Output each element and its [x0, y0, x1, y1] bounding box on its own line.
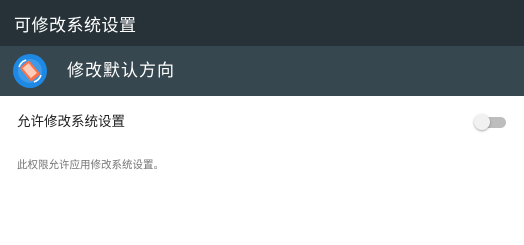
setting-label: 允许修改系统设置 [17, 114, 125, 130]
screen: 可修改系统设置 修改默认方向 允许修改系统设置 此权限允许应用修改系统设置。 [0, 0, 524, 245]
allow-modify-settings-toggle[interactable] [474, 113, 508, 131]
title-bar: 可修改系统设置 [0, 0, 524, 46]
rotation-app-icon-graphic [13, 54, 47, 88]
permission-description: 此权限允许应用修改系统设置。 [17, 159, 164, 171]
allow-modify-settings-row[interactable]: 允许修改系统设置 [0, 96, 524, 144]
app-name: 修改默认方向 [67, 61, 175, 81]
app-header: 修改默认方向 [0, 46, 524, 96]
page-title: 可修改系统设置 [14, 15, 137, 36]
rotation-app-icon [12, 53, 48, 89]
toggle-thumb [474, 114, 490, 130]
